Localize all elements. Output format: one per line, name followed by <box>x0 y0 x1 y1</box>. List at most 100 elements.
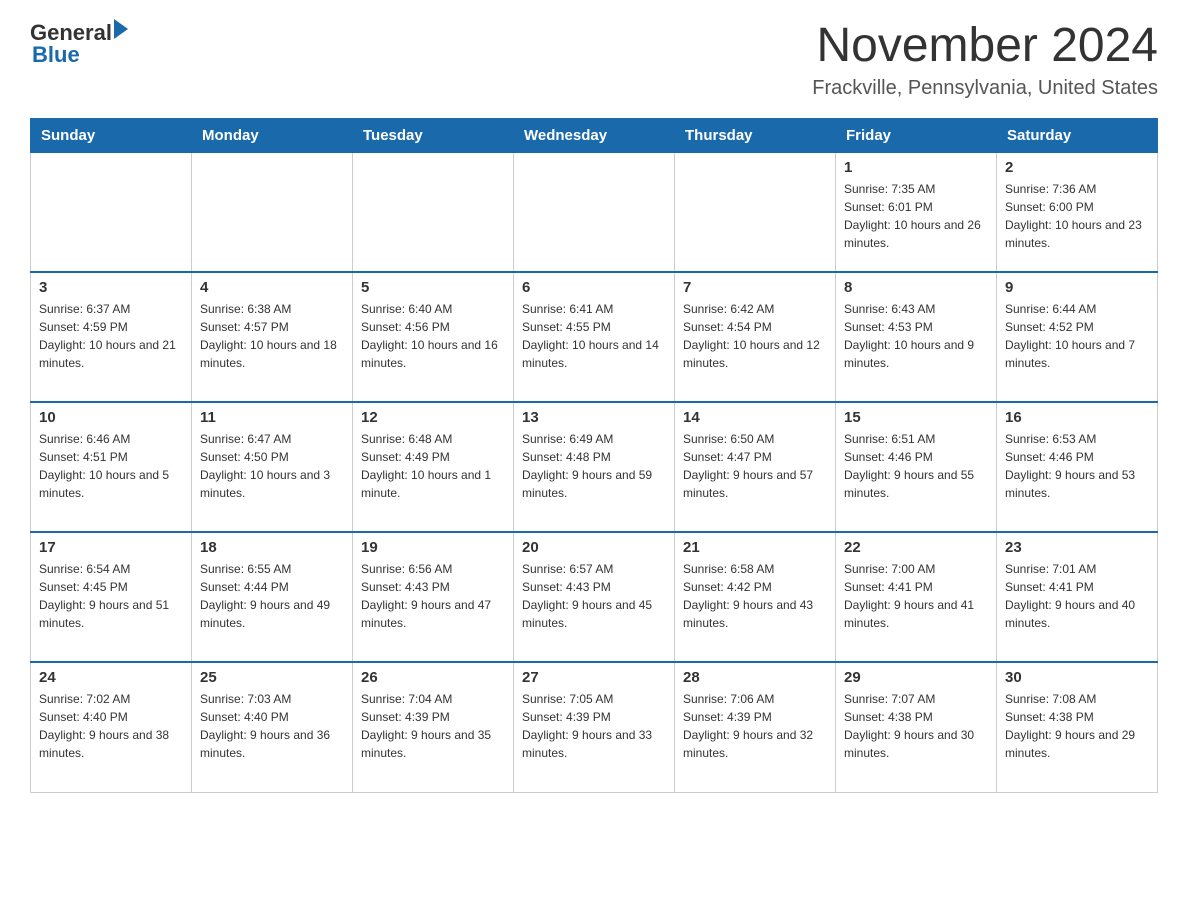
day-number: 5 <box>361 279 505 296</box>
day-number: 15 <box>844 409 988 426</box>
calendar-cell: 27Sunrise: 7:05 AMSunset: 4:39 PMDayligh… <box>514 662 675 792</box>
calendar-cell: 18Sunrise: 6:55 AMSunset: 4:44 PMDayligh… <box>192 532 353 662</box>
calendar-cell: 19 Sunrise: 6:56 AMSunset: 4:43 PMDayligh… <box>353 532 514 662</box>
day-number: 7 <box>683 279 827 296</box>
calendar-week-row: 3 Sunrise: 6:37 AMSunset: 4:59 PMDaylight… <box>31 272 1158 402</box>
day-number: 17 <box>39 539 183 556</box>
weekday-header-saturday: Saturday <box>997 118 1158 152</box>
calendar-cell: 12 Sunrise: 6:48 AMSunset: 4:49 PMDayligh… <box>353 402 514 532</box>
calendar-cell: 9 Sunrise: 6:44 AMSunset: 4:52 PMDaylight… <box>997 272 1158 402</box>
day-info: Sunrise: 6:51 AMSunset: 4:46 PMDaylight:… <box>844 430 988 502</box>
day-number: 12 <box>361 409 505 426</box>
calendar-cell: 22 Sunrise: 7:00 AMSunset: 4:41 PMDayligh… <box>836 532 997 662</box>
calendar-cell: 29 Sunrise: 7:07 AMSunset: 4:38 PMDayligh… <box>836 662 997 792</box>
day-info: Sunrise: 7:35 AMSunset: 6:01 PMDaylight:… <box>844 180 988 252</box>
calendar-cell: 2 Sunrise: 7:36 AMSunset: 6:00 PMDaylight… <box>997 152 1158 272</box>
calendar-week-row: 10Sunrise: 6:46 AMSunset: 4:51 PMDayligh… <box>31 402 1158 532</box>
day-info: Sunrise: 6:41 AMSunset: 4:55 PMDaylight:… <box>522 300 666 372</box>
day-number: 14 <box>683 409 827 426</box>
calendar-cell <box>353 152 514 272</box>
calendar-cell: 14 Sunrise: 6:50 AMSunset: 4:47 PMDayligh… <box>675 402 836 532</box>
day-info: Sunrise: 6:53 AMSunset: 4:46 PMDaylight:… <box>1005 430 1149 502</box>
weekday-header-monday: Monday <box>192 118 353 152</box>
day-info: Sunrise: 7:00 AMSunset: 4:41 PMDaylight:… <box>844 560 988 632</box>
weekday-header-tuesday: Tuesday <box>353 118 514 152</box>
day-info: Sunrise: 6:58 AMSunset: 4:42 PMDaylight:… <box>683 560 827 632</box>
calendar-cell: 21Sunrise: 6:58 AMSunset: 4:42 PMDayligh… <box>675 532 836 662</box>
calendar-cell <box>675 152 836 272</box>
weekday-header-thursday: Thursday <box>675 118 836 152</box>
calendar-cell: 16 Sunrise: 6:53 AMSunset: 4:46 PMDayligh… <box>997 402 1158 532</box>
day-number: 25 <box>200 669 344 686</box>
calendar-cell: 3 Sunrise: 6:37 AMSunset: 4:59 PMDaylight… <box>31 272 192 402</box>
day-info: Sunrise: 6:42 AMSunset: 4:54 PMDaylight:… <box>683 300 827 372</box>
day-info: Sunrise: 6:49 AMSunset: 4:48 PMDaylight:… <box>522 430 666 502</box>
calendar-cell: 7 Sunrise: 6:42 AMSunset: 4:54 PMDaylight… <box>675 272 836 402</box>
calendar-cell: 10Sunrise: 6:46 AMSunset: 4:51 PMDayligh… <box>31 402 192 532</box>
day-number: 4 <box>200 279 344 296</box>
day-number: 19 <box>361 539 505 556</box>
day-number: 16 <box>1005 409 1149 426</box>
day-info: Sunrise: 6:44 AMSunset: 4:52 PMDaylight:… <box>1005 300 1149 372</box>
day-number: 8 <box>844 279 988 296</box>
day-info: Sunrise: 6:48 AMSunset: 4:49 PMDaylight:… <box>361 430 505 502</box>
day-number: 20 <box>522 539 666 556</box>
day-info: Sunrise: 7:36 AMSunset: 6:00 PMDaylight:… <box>1005 180 1149 252</box>
title-block: November 2024 Frackville, Pennsylvania, … <box>812 20 1158 100</box>
day-info: Sunrise: 6:38 AMSunset: 4:57 PMDaylight:… <box>200 300 344 372</box>
calendar-title: November 2024 <box>812 20 1158 73</box>
calendar-cell: 15 Sunrise: 6:51 AMSunset: 4:46 PMDayligh… <box>836 402 997 532</box>
day-number: 2 <box>1005 159 1149 176</box>
calendar-cell <box>31 152 192 272</box>
calendar-cell: 23Sunrise: 7:01 AMSunset: 4:41 PMDayligh… <box>997 532 1158 662</box>
calendar-cell: 24Sunrise: 7:02 AMSunset: 4:40 PMDayligh… <box>31 662 192 792</box>
day-info: Sunrise: 6:55 AMSunset: 4:44 PMDaylight:… <box>200 560 344 632</box>
weekday-header-row: SundayMondayTuesdayWednesdayThursdayFrid… <box>31 118 1158 152</box>
calendar-week-row: 17 Sunrise: 6:54 AMSunset: 4:45 PMDayligh… <box>31 532 1158 662</box>
calendar-cell <box>192 152 353 272</box>
calendar-week-row: 1 Sunrise: 7:35 AMSunset: 6:01 PMDaylight… <box>31 152 1158 272</box>
day-info: Sunrise: 6:57 AMSunset: 4:43 PMDaylight:… <box>522 560 666 632</box>
calendar-week-row: 24Sunrise: 7:02 AMSunset: 4:40 PMDayligh… <box>31 662 1158 792</box>
calendar-table: SundayMondayTuesdayWednesdayThursdayFrid… <box>30 118 1158 793</box>
calendar-cell: 26Sunrise: 7:04 AMSunset: 4:39 PMDayligh… <box>353 662 514 792</box>
day-info: Sunrise: 6:56 AMSunset: 4:43 PMDaylight:… <box>361 560 505 632</box>
day-info: Sunrise: 6:54 AMSunset: 4:45 PMDaylight:… <box>39 560 183 632</box>
weekday-header-friday: Friday <box>836 118 997 152</box>
day-number: 26 <box>361 669 505 686</box>
day-info: Sunrise: 6:37 AMSunset: 4:59 PMDaylight:… <box>39 300 183 372</box>
day-number: 27 <box>522 669 666 686</box>
logo-blue-text: Blue <box>30 42 128 68</box>
day-info: Sunrise: 6:47 AMSunset: 4:50 PMDaylight:… <box>200 430 344 502</box>
calendar-cell: 25 Sunrise: 7:03 AMSunset: 4:40 PMDayligh… <box>192 662 353 792</box>
day-number: 22 <box>844 539 988 556</box>
calendar-cell: 13 Sunrise: 6:49 AMSunset: 4:48 PMDayligh… <box>514 402 675 532</box>
calendar-cell: 28Sunrise: 7:06 AMSunset: 4:39 PMDayligh… <box>675 662 836 792</box>
page-header: General Blue November 2024 Frackville, P… <box>30 20 1158 100</box>
day-number: 1 <box>844 159 988 176</box>
calendar-subtitle: Frackville, Pennsylvania, United States <box>812 77 1158 100</box>
calendar-cell: 6Sunrise: 6:41 AMSunset: 4:55 PMDaylight… <box>514 272 675 402</box>
day-number: 3 <box>39 279 183 296</box>
calendar-cell: 20 Sunrise: 6:57 AMSunset: 4:43 PMDayligh… <box>514 532 675 662</box>
day-number: 24 <box>39 669 183 686</box>
day-info: Sunrise: 6:50 AMSunset: 4:47 PMDaylight:… <box>683 430 827 502</box>
calendar-cell: 17 Sunrise: 6:54 AMSunset: 4:45 PMDayligh… <box>31 532 192 662</box>
calendar-cell: 5 Sunrise: 6:40 AMSunset: 4:56 PMDaylight… <box>353 272 514 402</box>
day-info: Sunrise: 7:07 AMSunset: 4:38 PMDaylight:… <box>844 690 988 762</box>
day-number: 29 <box>844 669 988 686</box>
logo: General Blue <box>30 20 128 68</box>
day-info: Sunrise: 6:40 AMSunset: 4:56 PMDaylight:… <box>361 300 505 372</box>
day-number: 23 <box>1005 539 1149 556</box>
weekday-header-sunday: Sunday <box>31 118 192 152</box>
calendar-cell: 11Sunrise: 6:47 AMSunset: 4:50 PMDayligh… <box>192 402 353 532</box>
calendar-cell: 1 Sunrise: 7:35 AMSunset: 6:01 PMDaylight… <box>836 152 997 272</box>
day-number: 9 <box>1005 279 1149 296</box>
calendar-cell: 4 Sunrise: 6:38 AMSunset: 4:57 PMDaylight… <box>192 272 353 402</box>
weekday-header-wednesday: Wednesday <box>514 118 675 152</box>
day-info: Sunrise: 6:43 AMSunset: 4:53 PMDaylight:… <box>844 300 988 372</box>
day-info: Sunrise: 7:03 AMSunset: 4:40 PMDaylight:… <box>200 690 344 762</box>
day-number: 13 <box>522 409 666 426</box>
calendar-cell <box>514 152 675 272</box>
day-number: 28 <box>683 669 827 686</box>
